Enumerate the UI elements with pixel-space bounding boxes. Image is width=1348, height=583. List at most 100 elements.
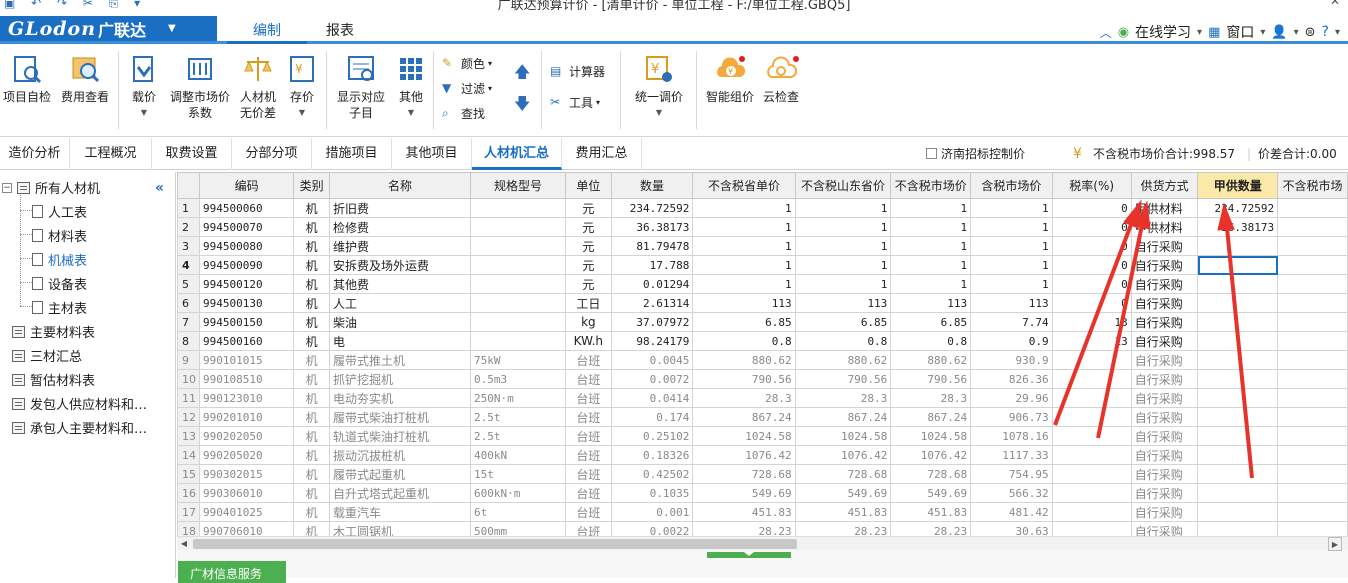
smart-pricing-button[interactable]: ¥ 智能组价: [702, 53, 758, 105]
cell-tax[interactable]: [1051, 483, 1132, 503]
cell-p4[interactable]: 481.42: [970, 502, 1053, 522]
cell-supply[interactable]: 自行采购: [1130, 312, 1199, 332]
table-row[interactable]: 4 994500090 机安拆费及场外运费元 17.788 1 1 1 1 0 自行采购: [177, 255, 1348, 275]
cell-tax[interactable]: 0: [1051, 217, 1132, 237]
cell-p4[interactable]: 1: [970, 198, 1053, 218]
cell-code[interactable]: 990306010: [198, 483, 295, 503]
cell-p2[interactable]: 1: [794, 217, 892, 237]
cell-qty[interactable]: 0.0414: [610, 388, 694, 408]
cell-spec[interactable]: [470, 217, 566, 237]
cell-cat[interactable]: 机: [293, 521, 331, 536]
cell-code[interactable]: 990202050: [198, 426, 295, 446]
cell-name[interactable]: 振动沉拔桩机: [329, 445, 472, 465]
cell-spec[interactable]: 0.5m3: [470, 369, 566, 389]
cell-unit[interactable]: 元: [564, 217, 612, 237]
cell-unit[interactable]: 工日: [564, 293, 612, 313]
unified-price-adjust-button[interactable]: ¥ 统一调价 ▼: [630, 53, 688, 121]
cell-p1[interactable]: 728.68: [692, 464, 796, 484]
cell-qty[interactable]: 0.0045: [610, 350, 694, 370]
cell-supply[interactable]: 自行采购: [1130, 369, 1199, 389]
cell-name[interactable]: 检修费: [329, 217, 472, 237]
cell-tax[interactable]: 0: [1051, 198, 1132, 218]
tab-project-overview[interactable]: 工程概况: [70, 138, 152, 170]
cell-name[interactable]: 人工: [329, 293, 472, 313]
cell-tax[interactable]: [1051, 407, 1132, 427]
cell-unit[interactable]: 台班: [564, 483, 612, 503]
cell-no[interactable]: 9: [177, 350, 200, 370]
load-price-button[interactable]: 载价 ▼: [124, 53, 164, 121]
cell-p2[interactable]: 451.83: [794, 502, 892, 522]
cell-qty[interactable]: 0.174: [610, 407, 694, 427]
jinan-control-price-checkbox[interactable]: 济南招标控制价: [926, 138, 1025, 170]
cell-code[interactable]: 990201010: [198, 407, 295, 427]
cell-extra[interactable]: [1277, 198, 1348, 218]
chevron-up-icon[interactable]: ︿: [1100, 24, 1112, 41]
cell-supply[interactable]: 甲供材料: [1130, 217, 1199, 237]
save-price-button[interactable]: ¥ 存价 ▼: [284, 53, 320, 121]
cell-extra[interactable]: [1277, 426, 1348, 446]
cell-code[interactable]: 990101015: [198, 350, 295, 370]
tools-button[interactable]: ✂ 工具 ▾: [550, 94, 600, 111]
cell-extra[interactable]: [1277, 445, 1348, 465]
cell-p2[interactable]: 1024.58: [794, 426, 892, 446]
cell-p1[interactable]: 113: [692, 293, 796, 313]
chevron-down-icon[interactable]: ▾: [1260, 27, 1265, 38]
cell-tax[interactable]: 0: [1051, 274, 1132, 294]
cell-supply[interactable]: 自行采购: [1130, 236, 1199, 256]
cell-cat[interactable]: 机: [293, 426, 331, 446]
cell-jqty[interactable]: 234.72592: [1197, 198, 1279, 218]
cell-unit[interactable]: 台班: [564, 350, 612, 370]
cell-no[interactable]: 17: [177, 502, 200, 522]
chevron-down-icon[interactable]: ▾: [1197, 27, 1202, 38]
cell-extra[interactable]: [1277, 331, 1348, 351]
cell-supply[interactable]: 自行采购: [1130, 407, 1199, 427]
cell-qty[interactable]: 0.18326: [610, 445, 694, 465]
tab-labor-material-machine-summary[interactable]: 人材机汇总: [472, 138, 562, 170]
cell-p1[interactable]: 1024.58: [692, 426, 796, 446]
cell-name[interactable]: 折旧费: [329, 198, 472, 218]
cell-supply[interactable]: 甲供材料: [1130, 198, 1199, 218]
cell-code[interactable]: 990123010: [198, 388, 295, 408]
cell-no[interactable]: 11: [177, 388, 200, 408]
cell-tax[interactable]: 0: [1051, 236, 1132, 256]
cell-no[interactable]: 2: [177, 217, 200, 237]
collapse-panel-icon[interactable]: «: [155, 180, 164, 196]
cell-p4[interactable]: 0.9: [970, 331, 1053, 351]
cell-p2[interactable]: 113: [794, 293, 892, 313]
cell-p2[interactable]: 1: [794, 274, 892, 294]
cell-name[interactable]: 维护费: [329, 236, 472, 256]
cell-spec[interactable]: 6t: [470, 502, 566, 522]
tree-item-material[interactable]: 材料表: [32, 226, 87, 245]
filter-button[interactable]: ▼ 过滤 ▾: [442, 80, 492, 97]
cell-extra[interactable]: [1277, 388, 1348, 408]
cell-tax[interactable]: 0: [1051, 293, 1132, 313]
cell-p3[interactable]: 0.8: [890, 331, 972, 351]
table-row[interactable]: 7 994500150 机柴油 kg 37.07972 6.85 6.85 6.85 7.74 1…: [177, 312, 1348, 332]
cell-jqty[interactable]: [1197, 369, 1279, 389]
table-row[interactable]: 18 990706010 机木工圆锯机 500mm 台班 0.0022 28.23 28.23…: [177, 521, 1348, 536]
cell-supply[interactable]: 自行采购: [1130, 445, 1199, 465]
cell-p4[interactable]: 1078.16: [970, 426, 1053, 446]
cell-cat[interactable]: 机: [293, 502, 331, 522]
cell-no[interactable]: 12: [177, 407, 200, 427]
cell-spec[interactable]: 2.5t: [470, 426, 566, 446]
cell-unit[interactable]: 元: [564, 198, 612, 218]
table-row[interactable]: 3 994500080 机维护费元 81.79478 1 1 1 1 0 自行采购: [177, 236, 1348, 256]
tree-item-provisional-materials[interactable]: 暂估材料表: [12, 370, 95, 389]
table-row[interactable]: 8 994500160 机电 KW.h 98.24179 0.8 0.8 0.8 0.9 13 自行…: [177, 331, 1348, 351]
cell-code[interactable]: 994500130: [198, 293, 295, 313]
cell-p4[interactable]: 30.63: [970, 521, 1053, 536]
cell-tax[interactable]: 13: [1051, 312, 1132, 332]
cell-code[interactable]: 990108510: [198, 369, 295, 389]
cell-jqty[interactable]: [1197, 293, 1279, 313]
scroll-thumb[interactable]: [193, 539, 797, 549]
cell-tax[interactable]: [1051, 350, 1132, 370]
cell-qty[interactable]: 37.07972: [610, 312, 694, 332]
help-button[interactable]: ?: [1322, 24, 1329, 40]
cell-spec[interactable]: [470, 236, 566, 256]
online-learning-button[interactable]: 在线学习: [1135, 22, 1191, 42]
cell-spec[interactable]: [470, 255, 566, 275]
other-button[interactable]: 其他 ▼: [394, 53, 428, 121]
cell-extra[interactable]: [1277, 521, 1348, 536]
cell-unit[interactable]: 台班: [564, 369, 612, 389]
